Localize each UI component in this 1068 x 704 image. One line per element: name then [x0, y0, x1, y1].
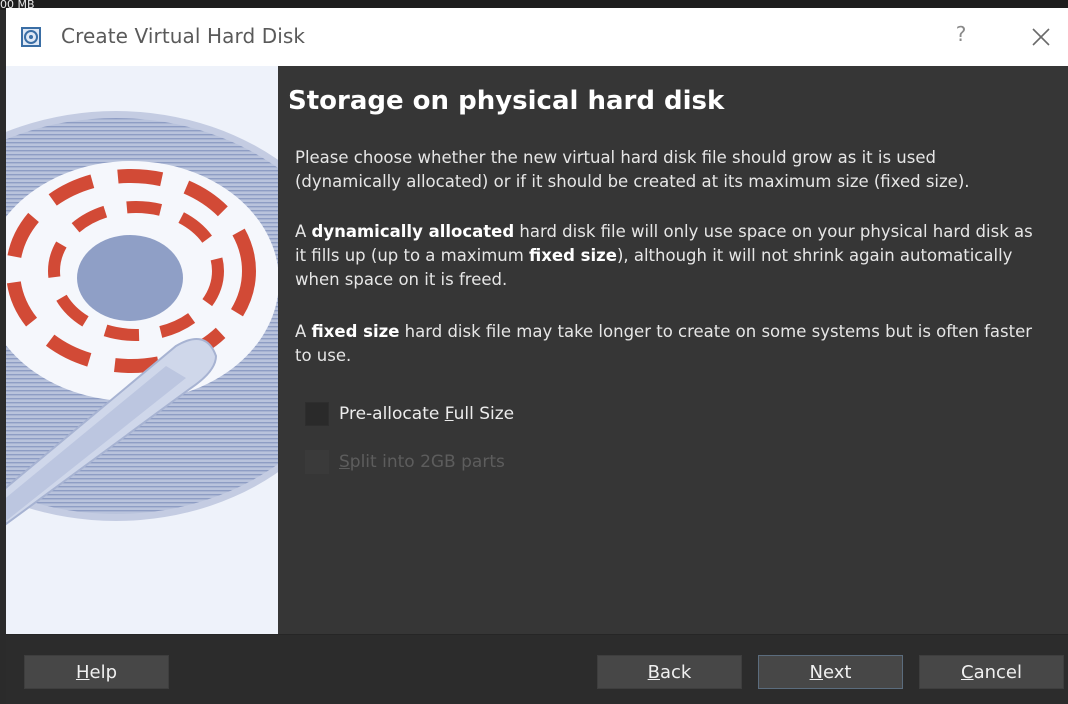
split-into-2gb-parts-label: Split into 2GB parts — [339, 452, 505, 472]
hard-disk-platter-image — [6, 111, 278, 526]
hard-disk-illustration — [6, 66, 278, 634]
pre-allocate-full-size-checkbox-row[interactable]: Pre-allocate Full Size — [305, 400, 514, 428]
create-virtual-hard-disk-dialog: Create Virtual Hard Disk ? Storage on ph… — [6, 8, 1068, 704]
button-label: ack — [660, 661, 692, 683]
button-bar: Help Back Next Cancel — [6, 634, 1068, 704]
label-text: plit into 2GB parts — [349, 452, 505, 472]
mnemonic-letter: F — [444, 404, 454, 424]
button-label: ext — [823, 661, 852, 683]
bold-term-dynamically-allocated: dynamically allocated — [311, 222, 515, 241]
dialog-title: Create Virtual Hard Disk — [61, 24, 306, 48]
fixed-size-paragraph: A fixed size hard disk file may take lon… — [295, 320, 1040, 368]
title-bar: Create Virtual Hard Disk ? — [6, 8, 1068, 66]
mnemonic-letter: C — [961, 661, 974, 683]
text-fragment: A — [295, 222, 312, 241]
pre-allocate-full-size-label[interactable]: Pre-allocate Full Size — [339, 404, 514, 424]
next-button[interactable]: Next — [758, 655, 903, 689]
mnemonic-letter: H — [75, 661, 90, 683]
dynamic-allocation-paragraph: A dynamically allocated hard disk file w… — [295, 220, 1040, 292]
description-paragraph: Please choose whether the new virtual ha… — [295, 148, 970, 191]
text-fragment: hard disk file may take longer to create… — [295, 322, 1033, 365]
page-content: Storage on physical hard disk Please cho… — [278, 66, 1068, 634]
mnemonic-letter: S — [339, 452, 350, 472]
label-text: Pre-allocate — [339, 404, 445, 424]
cancel-button[interactable]: Cancel — [919, 655, 1064, 689]
back-button[interactable]: Back — [597, 655, 742, 689]
bold-term-fixed-size: fixed size — [529, 246, 617, 265]
mnemonic-letter: N — [809, 661, 823, 683]
virtualbox-disk-icon — [21, 27, 41, 47]
button-label: elp — [89, 661, 118, 683]
button-label: ancel — [973, 661, 1022, 683]
page-title: Storage on physical hard disk — [288, 86, 725, 116]
split-into-2gb-parts-checkbox — [305, 450, 329, 474]
help-question-button[interactable]: ? — [949, 22, 973, 46]
close-icon[interactable] — [1026, 22, 1056, 52]
mnemonic-letter: B — [647, 661, 660, 683]
text-fragment: A — [295, 322, 312, 341]
bold-term-fixed-size: fixed size — [311, 322, 400, 341]
pre-allocate-full-size-checkbox[interactable] — [305, 402, 329, 426]
help-button[interactable]: Help — [24, 655, 169, 689]
label-text: ull Size — [453, 404, 515, 424]
split-into-2gb-parts-checkbox-row: Split into 2GB parts — [305, 448, 505, 476]
